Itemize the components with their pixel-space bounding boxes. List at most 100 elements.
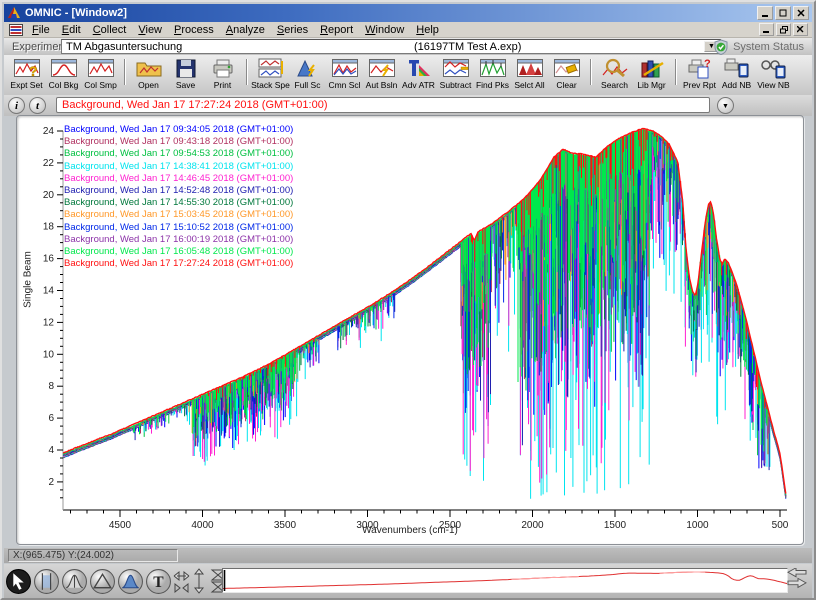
print-button[interactable]: Print — [204, 57, 241, 90]
menu-help[interactable]: Help — [410, 23, 445, 37]
svg-text:4: 4 — [48, 445, 54, 456]
toolbar-button-label: Subtract — [440, 80, 472, 90]
y-axis-title: Single Beam — [23, 245, 34, 315]
child-restore-button[interactable] — [776, 23, 791, 36]
peak-area-tool[interactable] — [117, 568, 144, 595]
stack-spectra-icon — [257, 57, 285, 79]
select-tool[interactable] — [5, 568, 32, 595]
spectrum-annotate-button[interactable]: t — [29, 97, 46, 114]
legend-entry[interactable]: Background, Wed Jan 17 09:34:05 2018 (GM… — [64, 124, 293, 136]
menu-window[interactable]: Window — [359, 23, 410, 37]
toolbar-button-label: Lib Mgr — [637, 80, 665, 90]
menu-view[interactable]: View — [132, 23, 168, 37]
child-close-button[interactable] — [793, 23, 808, 36]
print-icon — [209, 57, 237, 79]
cmn-scl-button[interactable]: Cmn Scl — [326, 57, 363, 90]
spectrum-info-button[interactable]: i — [8, 97, 25, 114]
toolbar-button-label: Adv ATR — [402, 80, 435, 90]
spectrum-display-pane[interactable]: 2422201816141210864245004000350030002500… — [16, 115, 804, 545]
menu-collect[interactable]: Collect — [87, 23, 133, 37]
open-button[interactable]: Open — [130, 57, 167, 90]
legend-entry[interactable]: Background, Wed Jan 17 17:27:24 2018 (GM… — [64, 258, 293, 270]
clear-icon — [553, 57, 581, 79]
svg-text:8: 8 — [48, 381, 54, 392]
experiment-combo[interactable]: TM Abgasuntersuchung (16197TM Test A.exp… — [61, 39, 721, 54]
selected-spectrum-title: Background, Wed Jan 17 17:27:24 2018 (GM… — [62, 99, 328, 111]
child-minimize-button[interactable] — [759, 23, 774, 36]
legend-entry[interactable]: Background, Wed Jan 17 16:00:19 2018 (GM… — [64, 234, 293, 246]
svg-text:10: 10 — [43, 349, 55, 360]
svg-text:?: ? — [29, 63, 38, 79]
mdi-child-icon[interactable] — [9, 24, 23, 36]
legend-entry[interactable]: Background, Wed Jan 17 14:52:48 2018 (GM… — [64, 185, 293, 197]
legend-entry[interactable]: Background, Wed Jan 17 15:03:45 2018 (GM… — [64, 209, 293, 221]
toolbar-separator — [241, 57, 252, 89]
lib-mgr-button[interactable]: Lib Mgr — [633, 57, 670, 90]
menu-bar-items: FileEditCollectViewProcessAnalyzeSeriesR… — [26, 23, 445, 37]
svg-text:20: 20 — [43, 190, 55, 201]
full-sc-button[interactable]: Full Sc — [289, 57, 326, 90]
adv-atr-button[interactable]: Adv ATR — [400, 57, 437, 90]
toolbar-button-label: Open — [138, 80, 159, 90]
aut-bsln-button[interactable]: Aut Bsln — [363, 57, 400, 90]
legend-entry[interactable]: Background, Wed Jan 17 16:05:48 2018 (GM… — [64, 246, 293, 258]
menu-series[interactable]: Series — [271, 23, 314, 37]
x-axis-title: Wavenumbers (cm-1) — [17, 525, 803, 536]
spectrum-dropdown-button[interactable]: ▼ — [717, 97, 734, 114]
legend-entry[interactable]: Background, Wed Jan 17 15:10:52 2018 (GM… — [64, 222, 293, 234]
col-smp-button[interactable]: Col Smp — [82, 57, 119, 90]
close-button[interactable] — [793, 6, 809, 20]
system-status[interactable]: System Status — [713, 39, 804, 55]
select-all-icon — [516, 57, 544, 79]
find-pks-button[interactable]: Find Pks — [474, 57, 511, 90]
save-button[interactable]: Save — [167, 57, 204, 90]
library-manager-icon — [638, 57, 666, 79]
stack-spe-button[interactable]: Stack Spe — [252, 57, 289, 90]
minimize-button[interactable] — [757, 6, 773, 20]
spectrum-pager-arrows[interactable] — [786, 568, 808, 594]
tool-palette-bar: T — [4, 564, 812, 598]
status-bar: X:(965.475) Y:(24.002) — [4, 548, 812, 563]
advanced-atr-icon — [405, 57, 433, 79]
legend-entry[interactable]: Background, Wed Jan 17 14:38:41 2018 (GM… — [64, 161, 293, 173]
cursor-coordinates: X:(965.475) Y:(24.002) — [8, 549, 178, 562]
expand-y-tool[interactable] — [191, 568, 208, 594]
peak-area-outline-tool[interactable] — [89, 568, 116, 595]
menu-report[interactable]: Report — [314, 23, 359, 37]
peak-height-tool[interactable] — [61, 568, 88, 595]
experiment-value: TM Abgasuntersuchung — [66, 41, 182, 53]
selected-spectrum-field[interactable]: Background, Wed Jan 17 17:27:24 2018 (GM… — [56, 97, 710, 113]
search-button[interactable]: Search — [596, 57, 633, 90]
expand-x-tool[interactable] — [173, 568, 190, 594]
menu-file[interactable]: File — [26, 23, 56, 37]
menu-analyze[interactable]: Analyze — [220, 23, 271, 37]
collect-background-icon — [50, 57, 78, 79]
maximize-button[interactable] — [775, 6, 791, 20]
toolbar-button-label: Prev Rpt — [683, 80, 716, 90]
view-nb-button[interactable]: View NB — [755, 57, 792, 90]
region-tool[interactable] — [33, 568, 60, 595]
add-nb-button[interactable]: Add NB — [718, 57, 755, 90]
menu-edit[interactable]: Edit — [56, 23, 87, 37]
toolbar-button-label: Full Sc — [295, 80, 321, 90]
selct-all-button[interactable]: Selct All — [511, 57, 548, 90]
main-toolbar: ?Expt SetCol BkgCol Smp Open SavePrint Stac… — [4, 55, 812, 95]
spectrum-overview-strip[interactable] — [222, 568, 788, 593]
menu-process[interactable]: Process — [168, 23, 220, 37]
legend-entry[interactable]: Background, Wed Jan 17 09:54:53 2018 (GM… — [64, 148, 293, 160]
toolbar-button-label: Stack Spe — [251, 80, 290, 90]
spectra-legend: Background, Wed Jan 17 09:34:05 2018 (GM… — [64, 124, 293, 270]
title-bar: OMNIC - [Window2] — [4, 4, 812, 22]
prev-rpt-button[interactable]: ?Prev Rpt — [681, 57, 718, 90]
search-icon — [601, 57, 629, 79]
legend-entry[interactable]: Background, Wed Jan 17 14:55:30 2018 (GM… — [64, 197, 293, 209]
toolbar-button-label: Expt Set — [10, 80, 42, 90]
text-annotation-tool[interactable]: T — [145, 568, 172, 595]
expt-set-button[interactable]: ?Expt Set — [8, 57, 45, 90]
subtract-button[interactable]: Subtract — [437, 57, 474, 90]
clear-button[interactable]: Clear — [548, 57, 585, 90]
svg-text:22: 22 — [43, 158, 55, 169]
legend-entry[interactable]: Background, Wed Jan 17 14:46:45 2018 (GM… — [64, 173, 293, 185]
legend-entry[interactable]: Background, Wed Jan 17 09:43:18 2018 (GM… — [64, 136, 293, 148]
col-bkg-button[interactable]: Col Bkg — [45, 57, 82, 90]
